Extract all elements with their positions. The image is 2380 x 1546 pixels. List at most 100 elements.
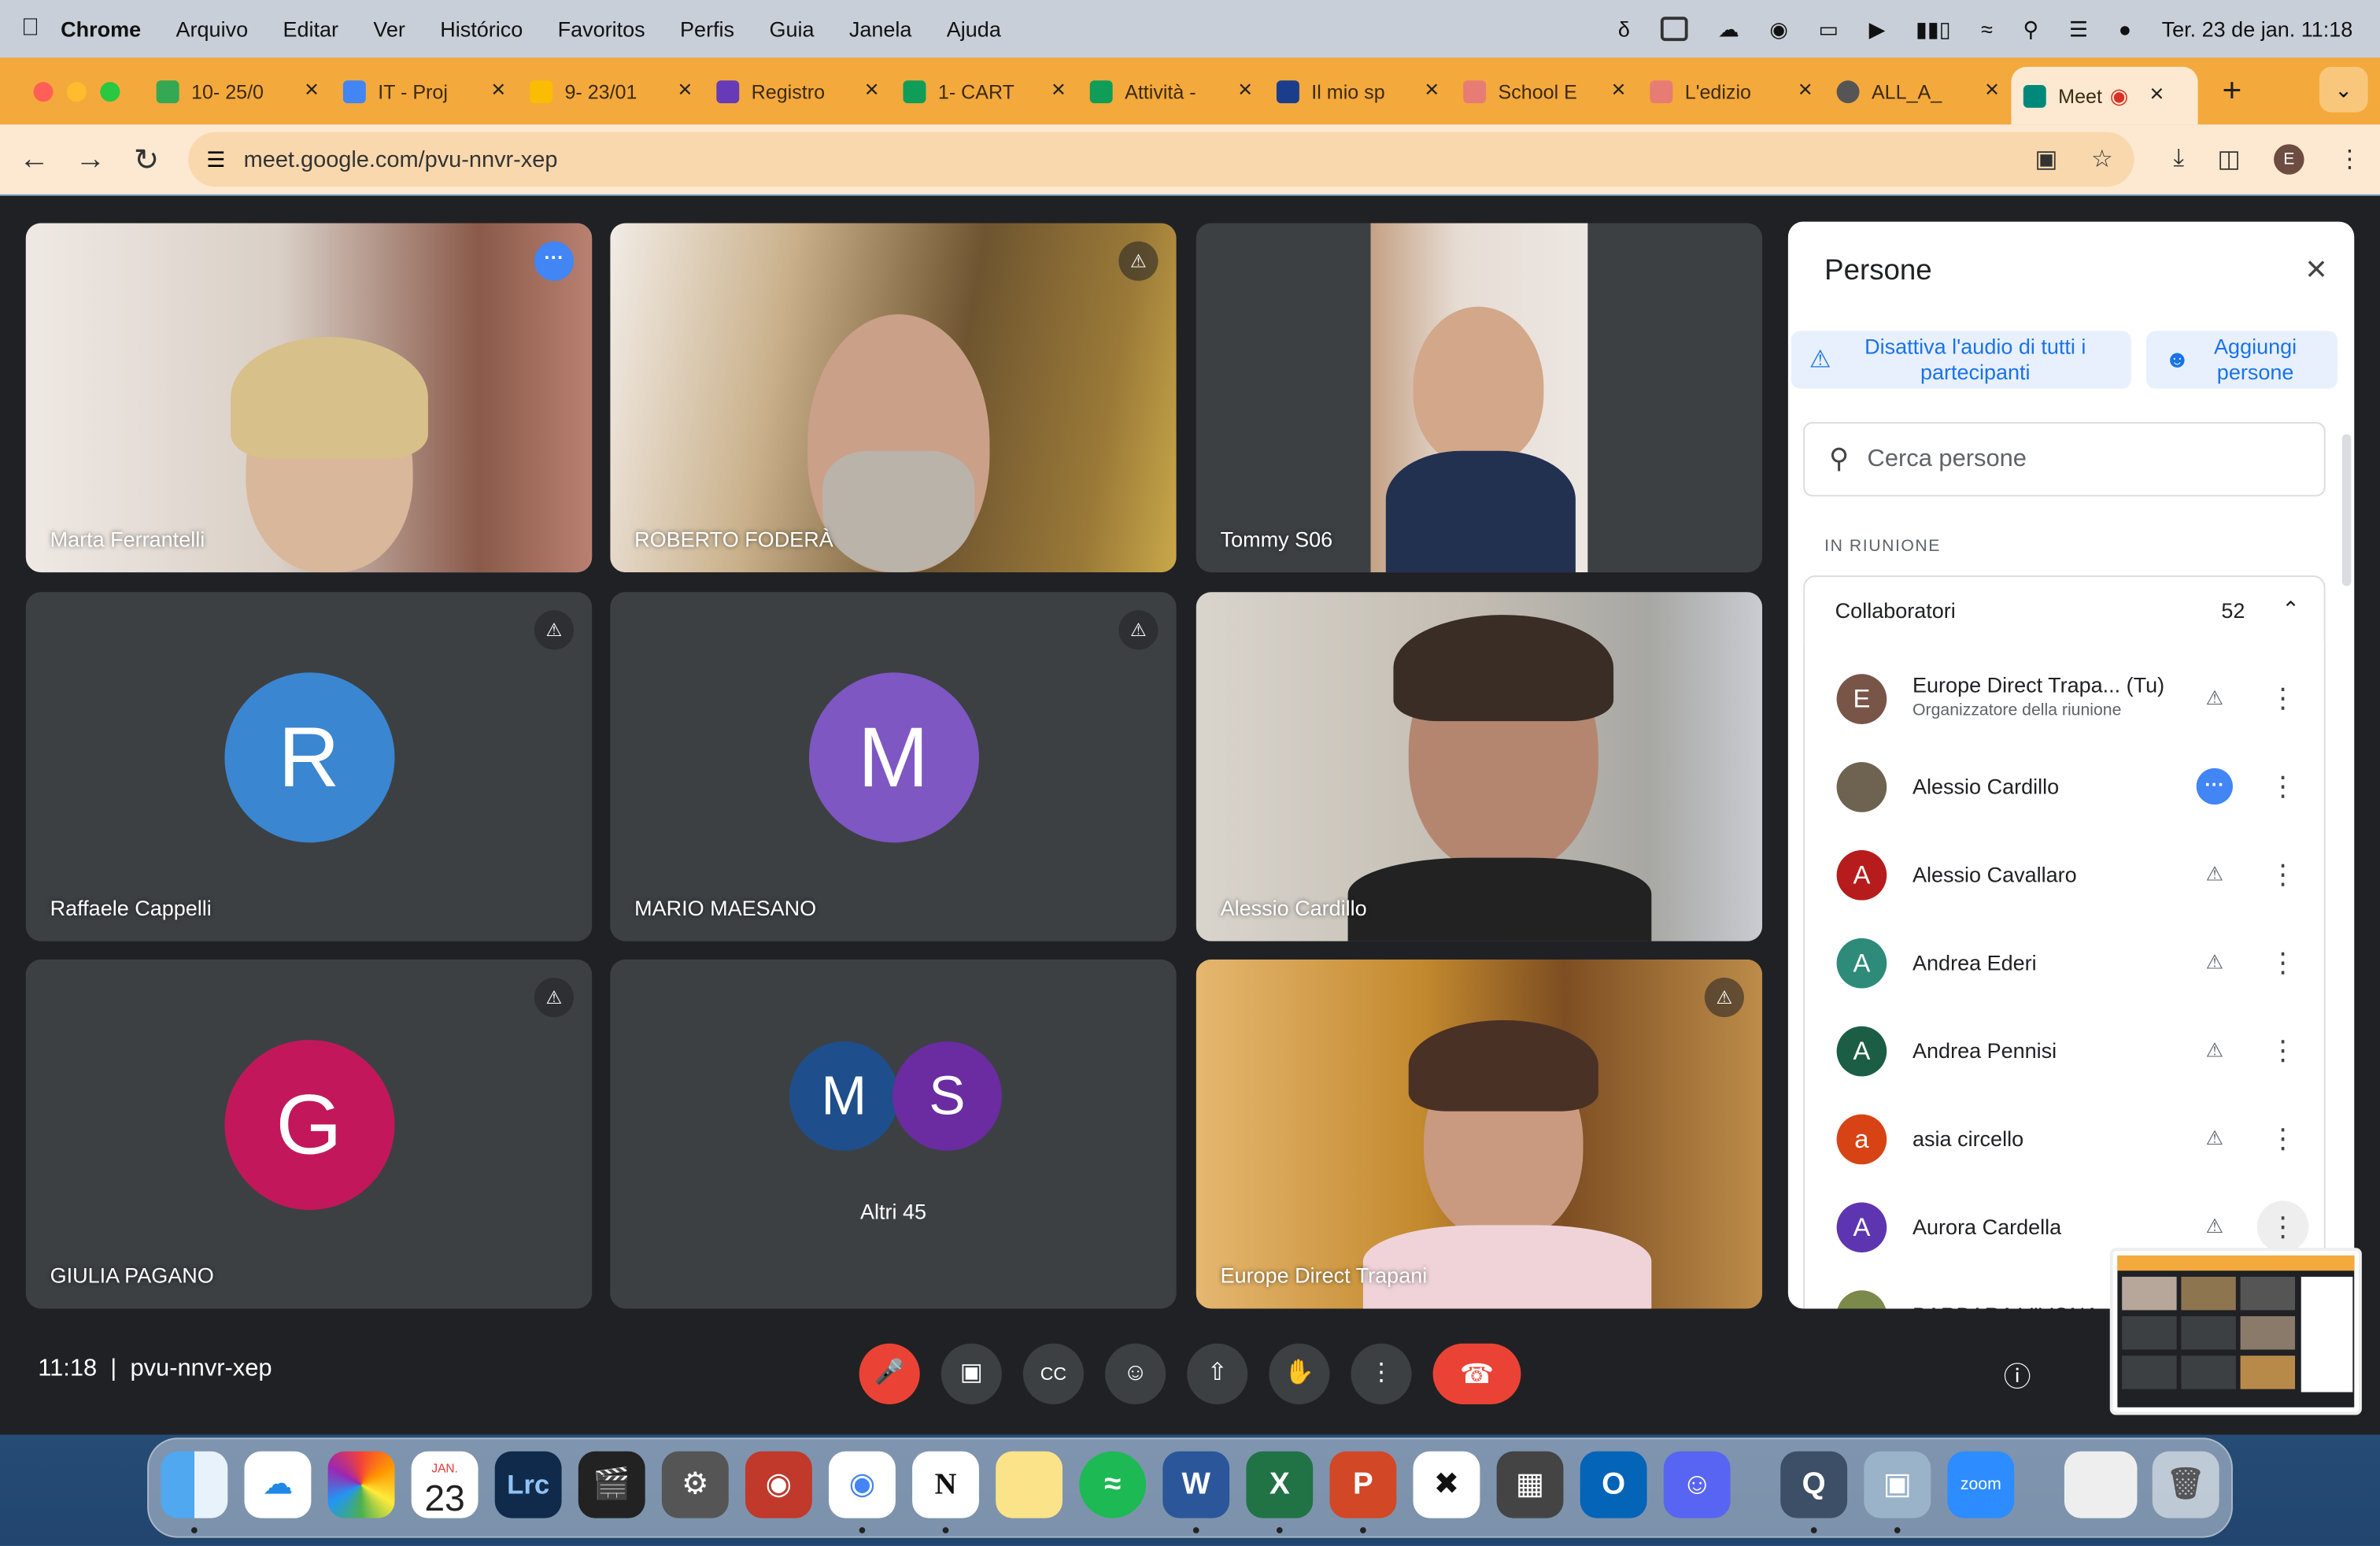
mic-off-icon[interactable]: ⚠ xyxy=(2197,1038,2233,1063)
new-tab-button[interactable]: + xyxy=(2222,72,2241,111)
add-people-button[interactable]: ☻ Aggiungi persone xyxy=(2146,331,2338,389)
discord-icon[interactable]: ☺ xyxy=(1663,1451,1731,1518)
browser-tab[interactable]: Il mio sp × xyxy=(1265,67,1451,116)
quicktime-icon[interactable]: Q xyxy=(1780,1451,1848,1518)
close-icon[interactable]: × xyxy=(305,77,319,105)
participant-tile[interactable]: ⚠ G GIULIA PAGANO xyxy=(25,959,593,1309)
close-icon[interactable]: × xyxy=(1612,77,1626,105)
minimized-window-icon[interactable] xyxy=(2064,1451,2138,1518)
menu-arquivo[interactable]: Arquivo xyxy=(176,17,249,41)
captions-button[interactable]: CC xyxy=(1022,1343,1085,1404)
side-panel-icon[interactable]: ◫ xyxy=(2217,144,2240,175)
close-icon[interactable]: × xyxy=(1238,77,1252,105)
camera-in-use-icon[interactable]: ▣ xyxy=(2034,144,2057,175)
more-vert-icon[interactable]: ⋮ xyxy=(2269,773,2297,801)
tab-search-button[interactable]: ⌄ xyxy=(2319,66,2368,113)
close-icon[interactable]: × xyxy=(865,77,879,105)
chrome-icon[interactable]: ◉ xyxy=(829,1451,896,1518)
battery-icon[interactable]: ▮▮▯ xyxy=(1916,16,1951,42)
browser-tab[interactable]: L'edizio × xyxy=(1638,67,1824,116)
more-vert-icon[interactable]: ⋮ xyxy=(2269,685,2297,712)
participant-tile[interactable]: ⚠ Europe Direct Trapani xyxy=(1196,959,1763,1309)
url-text[interactable]: meet.google.com/pvu-nnvr-xep xyxy=(244,146,558,172)
meeting-info-icon[interactable]: ⓘ xyxy=(2004,1356,2031,1395)
site-settings-icon[interactable]: ☰ xyxy=(206,146,225,172)
present-screen-button[interactable]: ⇧ xyxy=(1187,1343,1248,1404)
reload-icon[interactable]: ↻ xyxy=(118,140,174,178)
bookmark-star-icon[interactable]: ☆ xyxy=(2091,144,2113,175)
list-item[interactable]: A Alessio Cavallaro ⚠ ⋮ xyxy=(1805,830,2326,919)
menu-perfis[interactable]: Perfis xyxy=(680,17,734,41)
menu-janela[interactable]: Janela xyxy=(849,17,912,41)
list-item[interactable]: A Andrea Ederi ⚠ ⋮ xyxy=(1805,919,2326,1007)
audio-app-icon[interactable]: ◉ xyxy=(745,1451,812,1518)
notes-icon[interactable] xyxy=(996,1451,1063,1518)
close-icon[interactable]: × xyxy=(2149,82,2164,109)
calendar-icon[interactable]: JAN. 23 xyxy=(411,1451,479,1518)
mute-all-button[interactable]: ⚠ Disattiva l'audio di tutti i partecipa… xyxy=(1791,331,2131,389)
search-icon[interactable]: ⚲ xyxy=(2023,16,2039,42)
powerpoint-icon[interactable]: P xyxy=(1329,1451,1397,1518)
more-vert-icon[interactable]: ⋮ xyxy=(2256,1200,2309,1253)
outlook-icon[interactable]: O xyxy=(1580,1451,1647,1518)
close-panel-icon[interactable]: × xyxy=(2306,249,2327,291)
leave-call-button[interactable]: ☎ xyxy=(1432,1343,1521,1404)
participant-tile[interactable]: Alessio Cardillo xyxy=(1196,592,1763,941)
onedrive-icon[interactable]: ☁ xyxy=(244,1451,312,1518)
menu-ver[interactable]: Ver xyxy=(373,17,405,41)
lightroom-icon[interactable]: Lrc xyxy=(494,1451,562,1518)
more-vert-icon[interactable]: ⋮ xyxy=(2269,949,2297,976)
play-icon[interactable]: ▶ xyxy=(1869,16,1886,42)
close-icon[interactable]: × xyxy=(1051,77,1066,105)
notion-icon[interactable]: N xyxy=(912,1451,979,1518)
close-window-button[interactable] xyxy=(33,81,54,102)
capcut-icon[interactable]: ✖ xyxy=(1413,1451,1480,1518)
menu-favoritos[interactable]: Favoritos xyxy=(558,17,645,41)
others-tile[interactable]: M S Altri 45 xyxy=(610,959,1177,1309)
list-item[interactable]: A Andrea Pennisi ⚠ ⋮ xyxy=(1805,1007,2326,1095)
more-vert-icon[interactable]: ⋮ xyxy=(2269,1037,2297,1064)
participant-tile[interactable]: ⚠ R Raffaele Cappelli xyxy=(25,592,593,941)
more-menu-icon[interactable]: ⋮ xyxy=(2338,144,2362,175)
mic-off-icon[interactable]: ⚠ xyxy=(2197,1126,2233,1151)
browser-tab[interactable]: 10- 25/0 × xyxy=(144,67,331,116)
forward-icon[interactable]: → xyxy=(62,142,118,176)
back-icon[interactable]: ← xyxy=(6,142,62,176)
spotify-icon[interactable]: ≈ xyxy=(1079,1451,1147,1518)
close-icon[interactable]: × xyxy=(1425,77,1439,105)
final-cut-icon[interactable]: 🎬 xyxy=(578,1451,645,1518)
trash-icon[interactable]: 🗑 xyxy=(2152,1451,2219,1518)
scrollbar[interactable] xyxy=(2341,434,2352,586)
mic-off-icon[interactable]: ⚠ xyxy=(2197,1215,2233,1239)
delta-icon[interactable]: δ xyxy=(1618,17,1630,41)
browser-tab[interactable]: IT - Proj × xyxy=(331,67,517,116)
address-bar[interactable]: ☰ meet.google.com/pvu-nnvr-xep ▣ ☆ xyxy=(188,131,2134,187)
list-item[interactable]: a asia circello ⚠ ⋮ xyxy=(1805,1095,2326,1183)
compressor-icon[interactable]: ⚙ xyxy=(661,1451,729,1518)
mic-off-icon[interactable]: ⚠ xyxy=(2197,686,2233,711)
close-icon[interactable]: × xyxy=(1985,77,1999,105)
browser-tab[interactable]: Attività - × xyxy=(1077,67,1264,116)
cloud-icon[interactable]: ☁ xyxy=(1718,16,1739,42)
more-vert-icon[interactable]: ⋮ xyxy=(2269,861,2297,889)
close-icon[interactable]: × xyxy=(1798,77,1813,105)
menu-historico[interactable]: Histórico xyxy=(440,17,523,41)
siri-icon[interactable]: ● xyxy=(2119,17,2131,41)
display-icon[interactable]: ▭ xyxy=(1819,16,1839,42)
menu-guia[interactable]: Guia xyxy=(769,17,814,41)
browser-tab-active[interactable]: Meet ◉ × xyxy=(2011,66,2198,125)
wifi-icon[interactable]: ≈ xyxy=(1981,17,1993,41)
participant-tile[interactable]: Tommy S06 xyxy=(1196,223,1763,573)
control-center-icon[interactable]: ☰ xyxy=(2069,16,2088,42)
photos-icon[interactable] xyxy=(327,1451,395,1518)
camera-toggle-button[interactable]: ▣ xyxy=(941,1343,1002,1404)
mic-toggle-button[interactable]: 🎤 xyxy=(859,1343,920,1404)
calculator-icon[interactable]: ▦ xyxy=(1496,1451,1564,1518)
emoji-reaction-button[interactable]: ☺ xyxy=(1105,1343,1166,1404)
finder-icon[interactable] xyxy=(161,1451,228,1518)
mic-off-icon[interactable]: ⚠ xyxy=(2197,950,2233,975)
profile-avatar[interactable]: E xyxy=(2274,144,2304,175)
record-icon[interactable]: ◉ xyxy=(1769,16,1788,42)
apple-icon[interactable]:  xyxy=(0,15,61,43)
download-icon[interactable]: ⤓ xyxy=(2173,146,2184,173)
